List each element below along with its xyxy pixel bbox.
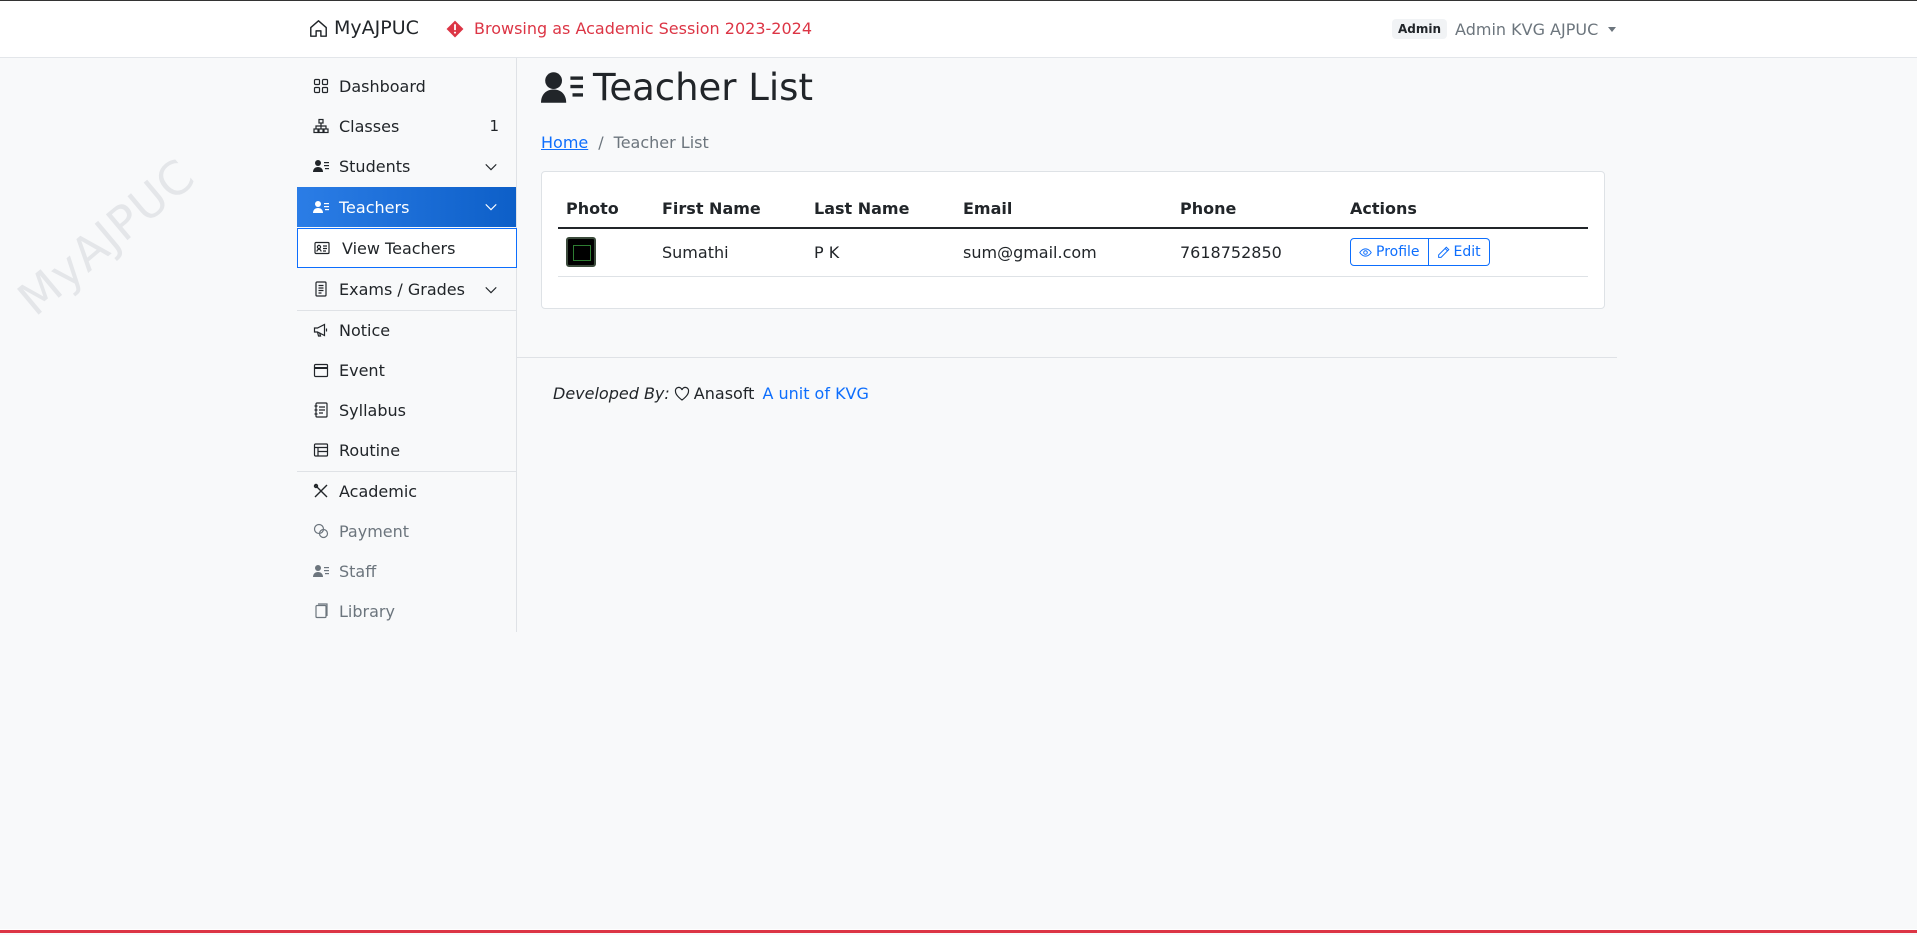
home-icon [310,19,327,37]
session-notice-text: Browsing as Academic Session 2023-2024 [474,19,812,38]
sidebar-item-label: Notice [339,320,391,340]
pencil-icon [1437,246,1450,258]
session-notice: Browsing as Academic Session 2023-2024 [446,19,812,38]
breadcrumb-separator: / [598,133,604,152]
top-navbar: MyAJPUC Browsing as Academic Session 202… [0,0,1917,58]
chevron-down-icon [485,203,497,211]
document-icon [315,281,327,297]
edit-button[interactable]: Edit [1428,238,1490,267]
column-header-phone: Phone [1172,192,1342,229]
diagram-icon [313,118,329,134]
user-menu-toggle[interactable]: Admin Admin KVG AJPUC [1392,19,1617,39]
person-lines-icon [541,71,583,103]
heart-icon [674,386,689,401]
brand-link[interactable]: MyAJPUC [309,17,419,39]
first-name-cell: Sumathi [654,228,806,277]
teacher-table: Photo First Name Last Name Email Phone A… [558,192,1588,277]
book-icon [315,603,328,619]
sidebar-item-label: Academic [339,481,418,501]
sidebar-item-label: View Teachers [342,238,456,258]
sidebar-item-label: Event [339,360,385,380]
sidebar-item-label: Classes [339,116,400,136]
sidebar-item-label: Payment [339,521,410,541]
chevron-down-icon [485,163,497,171]
role-badge: Admin [1392,19,1448,39]
table-header-row: Photo First Name Last Name Email Phone A… [558,192,1588,229]
watermark: MyAJPUC [7,148,205,326]
sidebar-item-label: Dashboard [339,76,426,96]
classes-count: 1 [489,117,499,135]
sidebar-item-label: Library [339,601,395,621]
column-header-first-name: First Name [654,192,806,229]
page-title-text: Teacher List [593,66,813,109]
caret-down-icon [1608,26,1617,32]
email-cell: sum@gmail.com [955,228,1172,277]
profile-button-label: Profile [1376,244,1420,261]
column-header-email: Email [955,192,1172,229]
sidebar-item-classes[interactable]: Classes 1 [297,107,516,145]
user-name: Admin KVG AJPUC [1455,19,1599,39]
phone-cell: 7618752850 [1172,228,1342,277]
sidebar-subitem-view-teachers[interactable]: View Teachers [297,228,517,268]
sidebar-item-syllabus[interactable]: Syllabus [297,391,516,429]
footer-developed-by: Developed By: [553,384,670,403]
person-lines-icon [313,565,329,577]
sidebar-item-label: Exams / Grades [339,279,465,299]
sidebar-item-label: Teachers [339,197,410,217]
tools-icon [313,483,328,498]
table-icon [313,443,329,457]
sidebar-item-routine[interactable]: Routine [297,431,516,469]
page-title: Teacher List [541,66,813,109]
sidebar-item-event[interactable]: Event [297,351,516,389]
brand-name: MyAJPUC [334,17,419,39]
sidebar-item-library[interactable]: Library [297,592,516,630]
actions-cell: Profile Edit [1342,228,1588,277]
sidebar-item-staff[interactable]: Staff [297,552,516,590]
breadcrumb: Home / Teacher List [541,133,709,152]
edit-button-label: Edit [1453,244,1481,261]
sidebar-item-students[interactable]: Students [297,147,516,185]
sidebar-item-notice[interactable]: Notice [297,311,516,349]
column-header-photo: Photo [558,192,654,229]
person-lines-icon [313,201,329,213]
column-header-actions: Actions [1342,192,1588,229]
journal-text-icon [314,402,328,418]
sidebar-item-academic[interactable]: Academic [297,472,516,510]
calendar-icon [313,363,329,378]
sidebar-item-payment[interactable]: Payment [297,512,516,550]
chevron-down-icon [485,286,497,294]
teacher-photo [566,237,596,268]
sidebar-item-label: Students [339,156,411,176]
photo-cell [558,228,654,277]
footer: Developed By: Anasoft A unit of KVG [553,384,869,403]
sidebar-item-exams-grades[interactable]: Exams / Grades [297,270,516,308]
eye-icon [1359,248,1372,257]
megaphone-icon [313,323,328,337]
footer-unit-link[interactable]: A unit of KVG [762,384,868,403]
last-name-cell: P K [806,228,955,277]
person-lines-icon [313,160,329,172]
sidebar-item-label: Staff [339,561,377,581]
coins-icon [313,523,329,539]
breadcrumb-current: Teacher List [613,133,709,152]
teacher-table-card: Photo First Name Last Name Email Phone A… [541,171,1605,309]
grid-icon [313,78,329,94]
person-card-icon [314,241,330,255]
actions-button-group: Profile Edit [1350,238,1490,267]
column-header-last-name: Last Name [806,192,955,229]
table-row: Sumathi P K sum@gmail.com 7618752850 Pro… [558,228,1588,277]
bottom-accent-bar [0,929,1917,933]
sidebar-item-teachers[interactable]: Teachers [297,187,516,227]
footer-divider [517,357,1617,358]
sidebar-item-dashboard[interactable]: Dashboard [297,67,516,105]
sidebar-item-label: Routine [339,440,401,460]
sidebar: Dashboard Classes 1 Students Teachers Vi… [297,58,517,632]
breadcrumb-home-link[interactable]: Home [541,133,588,152]
sidebar-item-label: Syllabus [339,400,406,420]
footer-company: Anasoft [693,384,755,403]
profile-button[interactable]: Profile [1350,238,1429,267]
alert-diamond-icon [446,20,464,37]
